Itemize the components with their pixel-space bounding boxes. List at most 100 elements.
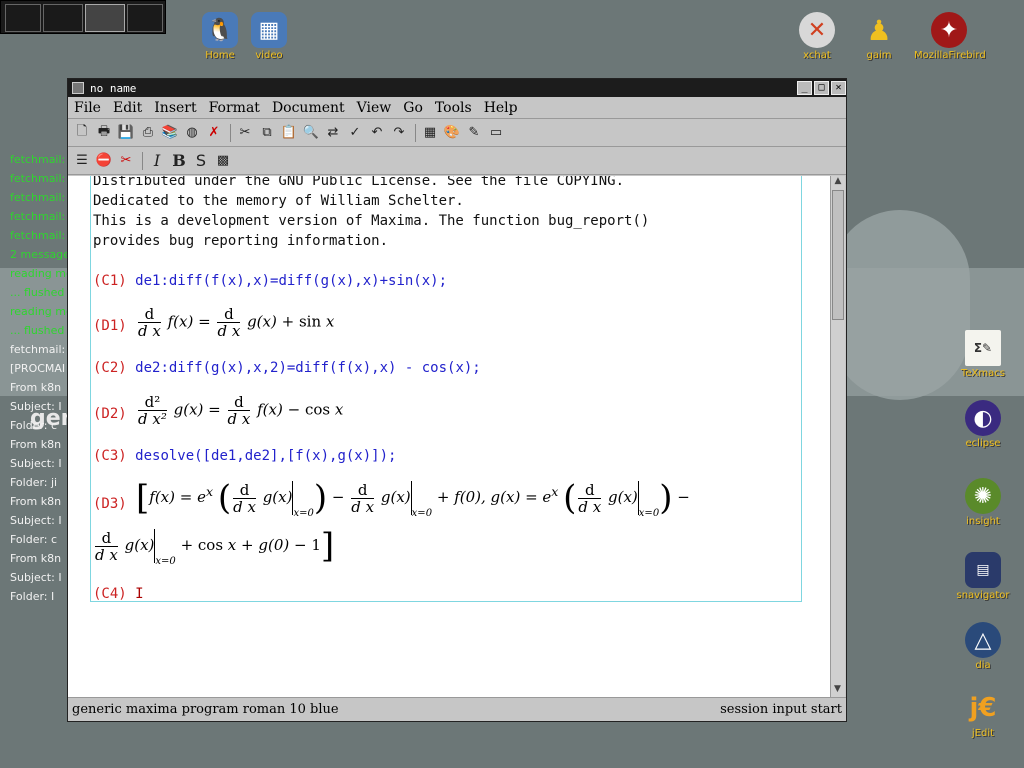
input-text[interactable]: de2:diff(g(x),x,2)=diff(f(x),x) - cos(x)… [135,360,481,376]
insight-icon: ✺ [965,478,1001,514]
globe-icon[interactable]: ◍ [182,123,202,143]
prompt-label: (C2) [93,360,127,376]
books-icon[interactable]: 📚 [160,123,180,143]
spell-icon[interactable]: ✓ [345,123,365,143]
input-text[interactable]: de1:diff(f(x),x)=diff(g(x),x)+sin(x); [135,273,447,289]
minimize-icon[interactable]: _ [797,81,812,95]
snavigator-icon: ▤ [965,552,1001,588]
table-icon[interactable]: ▦ [420,123,440,143]
input-c3[interactable]: (C3) desolve([de1,de2],[f(x),g(x)]); [93,448,396,464]
format-toolbar: ☰ ⛔ ✂ I B S ▩ [68,147,846,175]
italic-button[interactable]: I [147,151,167,171]
maximize-icon[interactable]: □ [814,81,829,95]
desktop-icon-jedit[interactable]: j€ jEdit [948,690,1018,739]
desktop-icon-texmacs[interactable]: Σ✎ TeXmacs [948,330,1018,379]
open-icon[interactable]: 🖶 [94,123,114,143]
window-title: no name [90,81,137,95]
tux-icon: 🐧 [202,12,238,48]
firebird-icon: ✦ [931,12,967,48]
prompt-label: (C1) [93,273,127,289]
console-line: fetchmail: [10,229,66,242]
console-line: Folder: c [10,419,58,432]
menu-document[interactable]: Document [272,100,345,116]
console-line: ... flushed [10,286,65,299]
pager-desktop-1[interactable] [5,4,41,32]
jedit-icon: j€ [969,693,997,723]
menubar: File Edit Insert Format Document View Go… [68,97,846,119]
pager-desktop-3[interactable] [85,4,125,32]
sans-button[interactable]: S [191,151,211,171]
menu-go[interactable]: Go [403,100,423,116]
stop-icon[interactable]: ⛔ [94,151,114,171]
banner-line: Distributed under the GNU Public License… [93,176,625,189]
desktop-icon-eclipse[interactable]: ◐ eclipse [948,400,1018,449]
fullscreen-icon[interactable]: ▭ [486,123,506,143]
align-icon[interactable]: ☰ [72,151,92,171]
menu-tools[interactable]: Tools [435,100,472,116]
window-titlebar[interactable]: no name _ □ ✕ [68,79,846,97]
output-d3-line1: [f(x) = ex (d d x g(x)x=0) − dd x g(x)x=0… [136,478,690,519]
scroll-up-icon[interactable]: ▲ [831,176,845,190]
root-console: fetchmail: fetchmail: fetchmail: fetchmail:… [10,150,68,730]
input-c2[interactable]: (C2) de2:diff(g(x),x,2)=diff(f(x),x) - c… [93,360,481,376]
print-icon[interactable]: ⎙ [138,123,158,143]
document-area[interactable]: Distributed under the GNU Public License… [68,176,831,698]
paste-icon[interactable]: 📋 [279,123,299,143]
xchat-icon: ✕ [799,12,835,48]
new-doc-icon[interactable]: 🗋 [72,123,92,143]
desktop-icon-xchat[interactable]: ✕ xchat [782,12,852,61]
pager-desktop-2[interactable] [43,4,83,32]
console-line: Subject: I [10,457,62,470]
scroll-thumb[interactable] [832,190,844,320]
menu-view[interactable]: View [357,100,392,116]
banner-line: provides bug reporting information. [93,233,389,249]
input-text[interactable]: desolve([de1,de2],[f(x),g(x)]); [135,448,396,464]
replace-icon[interactable]: ⇄ [323,123,343,143]
close-x-icon[interactable]: ✗ [204,123,224,143]
desktop-icon-gaim[interactable]: ♟ gaim [844,12,914,62]
desktop-icon-firebird[interactable]: ✦ MozillaFirebird [914,12,986,61]
paint-icon[interactable]: 🎨 [442,123,462,143]
copy-icon[interactable]: ⧉ [257,123,277,143]
bold-button[interactable]: B [169,151,189,171]
menu-insert[interactable]: Insert [154,100,196,116]
desktop-icon-insight[interactable]: ✺ insight [948,478,1018,527]
pager-desktop-4[interactable] [127,4,163,32]
status-bar: generic maxima program roman 10 blue ses… [68,697,846,721]
output-label-d3: (D3) [93,496,127,512]
console-line: From k8n [10,552,62,565]
undo-icon[interactable]: ↶ [367,123,387,143]
desktop-icon-dia[interactable]: △ dia [948,622,1018,671]
find-icon[interactable]: 🔍 [301,123,321,143]
color-icon[interactable]: ▩ [213,151,233,171]
input-c4[interactable]: (C4) I [93,586,144,602]
menu-edit[interactable]: Edit [113,100,142,116]
texmacs-window[interactable]: no name _ □ ✕ File Edit Insert Format Do… [67,78,847,722]
cut-icon[interactable]: ✂ [235,123,255,143]
pen-icon[interactable]: ✎ [464,123,484,143]
desktop-icon-snavigator[interactable]: ▤ snavigator [948,552,1018,601]
desktop-icon-video[interactable]: ▦ video [234,12,304,61]
input-c1[interactable]: (C1) de1:diff(f(x),x)=diff(g(x),x)+sin(x… [93,273,447,289]
text-cursor: I [135,586,144,602]
save-icon[interactable]: 💾 [116,123,136,143]
menu-help[interactable]: Help [484,100,518,116]
banner-line: Dedicated to the memory of William Schel… [93,193,464,209]
output-d1: dd x f(x) = dd x g(x) + sin x [138,305,335,340]
console-line: Subject: I [10,400,62,413]
scissors-icon[interactable]: ✂ [116,151,136,171]
scroll-down-icon[interactable]: ▼ [831,684,844,698]
menu-format[interactable]: Format [209,100,260,116]
vertical-scrollbar[interactable]: ▲ ▼ [830,176,845,698]
console-line: fetchmail: [10,191,66,204]
console-line: reading me [10,305,68,318]
console-line: 2 message [10,248,68,261]
toolbar-separator [415,123,416,142]
toolbar-separator [230,123,231,142]
window-menu-icon[interactable] [72,82,84,94]
close-icon[interactable]: ✕ [831,81,846,95]
redo-icon[interactable]: ↷ [389,123,409,143]
menu-file[interactable]: File [74,100,101,116]
desktop-pager[interactable] [0,0,166,34]
status-left: generic maxima program roman 10 blue [72,702,339,717]
